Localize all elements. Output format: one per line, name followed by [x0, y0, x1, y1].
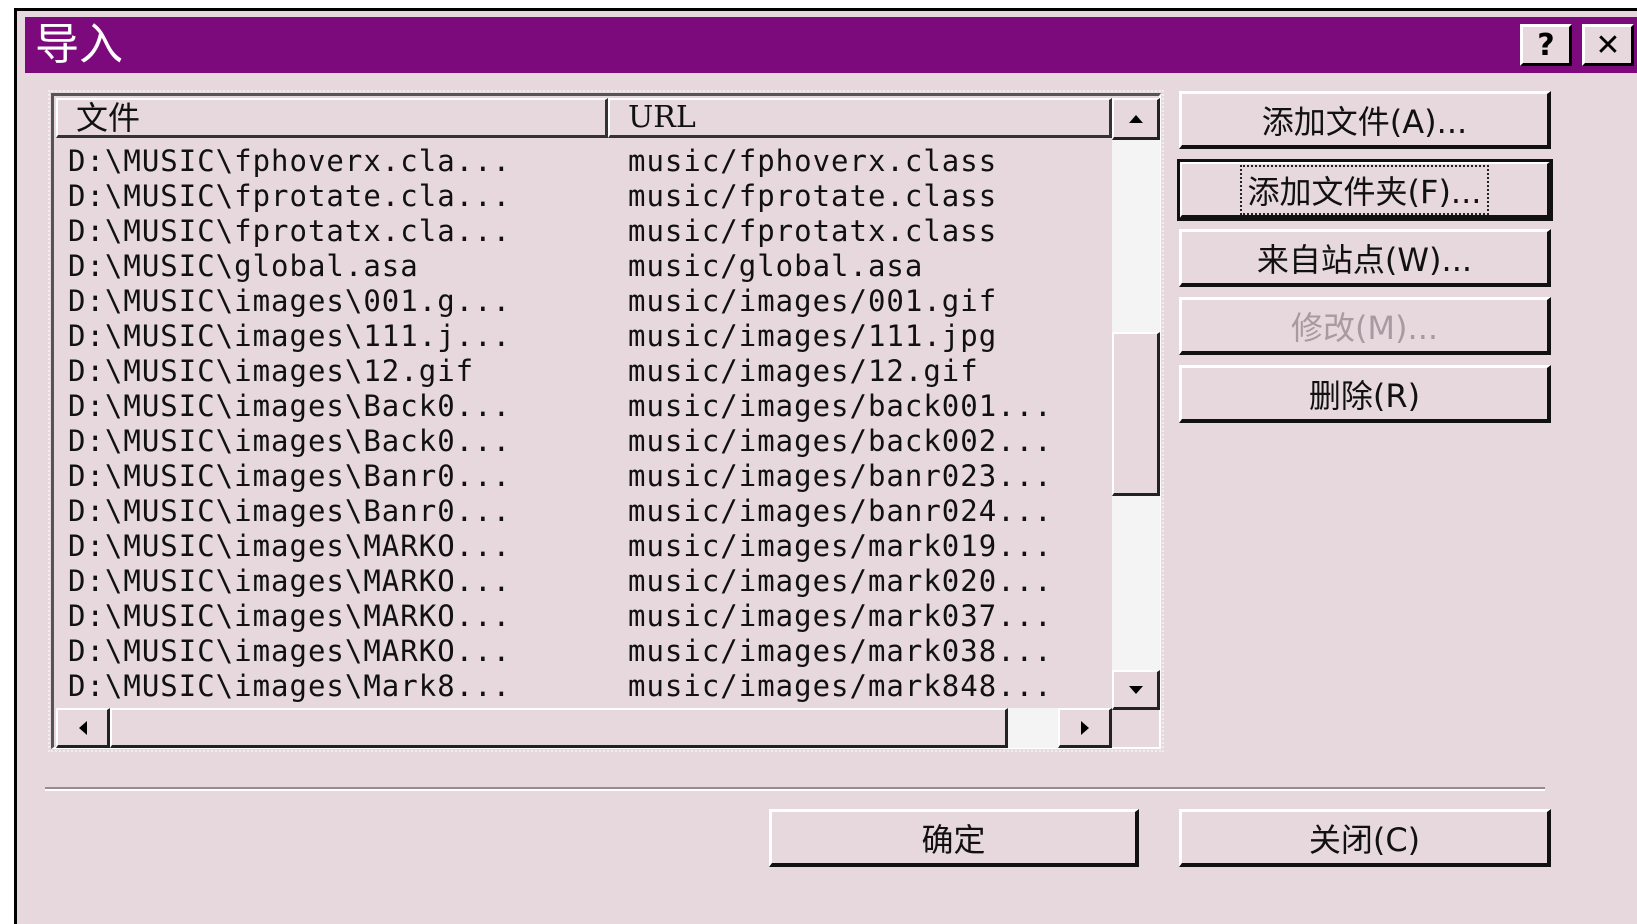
arrow-right-icon — [1080, 720, 1089, 735]
row-url: music/global.asa — [628, 249, 924, 283]
list-row[interactable]: D:\MUSIC\images\Back0... music/images/bac… — [58, 389, 1110, 424]
column-header-url[interactable]: URL — [608, 98, 1112, 138]
file-list[interactable]: 文件 URL D:\MUSIC\fphoverx.cla... music/fph… — [48, 90, 1164, 752]
row-url: music/images/mark019... — [628, 529, 1053, 563]
list-row[interactable]: D:\MUSIC\images\Banr0... music/images/ban… — [58, 459, 1110, 494]
row-file: D:\MUSIC\images\MARKO... — [68, 634, 512, 668]
row-file: D:\MUSIC\images\Mark8... — [68, 669, 512, 702]
row-file: D:\MUSIC\images\Back0... — [68, 424, 512, 458]
arrow-up-icon — [1128, 114, 1143, 123]
dialog-title: 导入 — [35, 19, 123, 70]
row-file: D:\MUSIC\images\MARKO... — [68, 599, 512, 633]
row-file: D:\MUSIC\images\MARKO... — [68, 564, 512, 598]
horizontal-scrollbar[interactable] — [56, 708, 1112, 748]
row-url: music/images/12.gif — [628, 354, 979, 388]
close-icon: ✕ — [1595, 27, 1621, 63]
add-folder-button[interactable]: 添加文件夹(F)... — [1177, 159, 1553, 221]
list-row[interactable]: D:\MUSIC\images\Mark8... music/images/mar… — [58, 669, 1110, 702]
row-file: D:\MUSIC\images\001.g... — [68, 284, 512, 318]
row-url: music/images/mark038... — [628, 634, 1053, 668]
ok-label: 确定 — [921, 820, 986, 859]
modify-button[interactable]: 修改(M)... — [1179, 297, 1551, 355]
list-row[interactable]: D:\MUSIC\images\MARKO... music/images/mar… — [58, 599, 1110, 634]
horizontal-scroll-thumb[interactable] — [110, 708, 1008, 748]
close-label: 关闭(C) — [1308, 820, 1421, 859]
row-file: D:\MUSIC\images\Back0... — [68, 389, 512, 423]
title-bar[interactable]: 导入 ? ✕ — [25, 17, 1637, 73]
row-file: D:\MUSIC\images\MARKO... — [68, 529, 512, 563]
import-dialog: 导入 ? ✕ 文件 URL D:\MUSIC\fphoverx.cla... mu… — [14, 8, 1637, 924]
row-url: music/images/111.jpg — [628, 319, 998, 353]
delete-button[interactable]: 删除(R) — [1179, 365, 1551, 423]
row-url: music/images/back001... — [628, 389, 1053, 423]
separator — [45, 787, 1545, 791]
list-row[interactable]: D:\MUSIC\images\MARKO... music/images/mar… — [58, 564, 1110, 599]
row-url: music/fprotatx.class — [628, 214, 998, 248]
scroll-down-button[interactable] — [1112, 670, 1160, 710]
help-icon: ? — [1537, 27, 1555, 63]
add-folder-label: 添加文件夹(F)... — [1239, 164, 1490, 215]
list-row[interactable]: D:\MUSIC\images\001.g... music/images/001… — [58, 284, 1110, 319]
row-url: music/images/mark037... — [628, 599, 1053, 633]
arrow-down-icon — [1128, 685, 1143, 694]
list-row[interactable]: D:\MUSIC\images\12.gif music/images/12.gi… — [58, 354, 1110, 389]
list-row[interactable]: D:\MUSIC\images\MARKO... music/images/mar… — [58, 529, 1110, 564]
list-row[interactable]: D:\MUSIC\images\111.j... music/images/111… — [58, 319, 1110, 354]
row-url: music/images/banr023... — [628, 459, 1053, 493]
row-url: music/fphoverx.class — [628, 144, 998, 178]
list-row[interactable]: D:\MUSIC\images\Banr0... music/images/ban… — [58, 494, 1110, 529]
vertical-scroll-thumb[interactable] — [1112, 332, 1160, 496]
scroll-up-button[interactable] — [1112, 98, 1160, 140]
row-url: music/images/back002... — [628, 424, 1053, 458]
add-file-label: 添加文件(A)... — [1261, 102, 1468, 141]
list-row[interactable]: D:\MUSIC\fprotate.cla... music/fprotate.c… — [58, 179, 1110, 214]
row-file: D:\MUSIC\global.asa — [68, 249, 419, 283]
row-file: D:\MUSIC\images\111.j... — [68, 319, 512, 353]
list-row[interactable]: D:\MUSIC\images\MARKO... music/images/mar… — [58, 634, 1110, 669]
vertical-scrollbar[interactable] — [1112, 98, 1160, 710]
row-file: D:\MUSIC\images\12.gif — [68, 354, 475, 388]
modify-label: 修改(M)... — [1290, 308, 1439, 347]
row-url: music/images/mark848... — [628, 669, 1053, 702]
arrow-left-icon — [78, 720, 87, 735]
help-button[interactable]: ? — [1520, 24, 1572, 66]
from-site-label: 来自站点(W)... — [1256, 240, 1473, 279]
list-row[interactable]: D:\MUSIC\global.asa music/global.asa — [58, 249, 1110, 284]
row-url: music/fprotate.class — [628, 179, 998, 213]
row-url: music/images/banr024... — [628, 494, 1053, 528]
scroll-right-button[interactable] — [1058, 708, 1112, 748]
from-site-button[interactable]: 来自站点(W)... — [1179, 229, 1551, 287]
row-file: D:\MUSIC\fprotate.cla... — [68, 179, 512, 213]
add-file-button[interactable]: 添加文件(A)... — [1179, 91, 1551, 149]
list-row[interactable]: D:\MUSIC\fprotatx.cla... music/fprotatx.c… — [58, 214, 1110, 249]
list-row[interactable]: D:\MUSIC\images\Back0... music/images/bac… — [58, 424, 1110, 459]
row-file: D:\MUSIC\images\Banr0... — [68, 459, 512, 493]
row-file: D:\MUSIC\fphoverx.cla... — [68, 144, 512, 178]
column-header-file[interactable]: 文件 — [56, 98, 608, 138]
row-file: D:\MUSIC\fprotatx.cla... — [68, 214, 512, 248]
list-row[interactable]: D:\MUSIC\fphoverx.cla... music/fphoverx.c… — [58, 144, 1110, 179]
row-url: music/images/001.gif — [628, 284, 998, 318]
close-button[interactable]: 关闭(C) — [1179, 809, 1551, 867]
ok-button[interactable]: 确定 — [769, 809, 1139, 867]
delete-label: 删除(R) — [1308, 376, 1421, 415]
scroll-left-button[interactable] — [56, 708, 110, 748]
list-rows: D:\MUSIC\fphoverx.cla... music/fphoverx.c… — [58, 144, 1110, 702]
row-url: music/images/mark020... — [628, 564, 1053, 598]
row-file: D:\MUSIC\images\Banr0... — [68, 494, 512, 528]
close-window-button[interactable]: ✕ — [1582, 24, 1634, 66]
